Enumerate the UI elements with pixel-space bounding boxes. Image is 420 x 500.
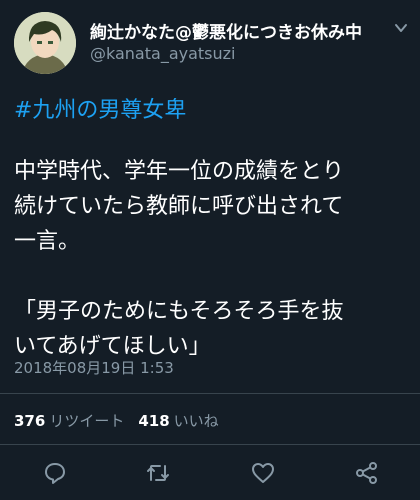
- tweet-header: 絢辻かなた@鬱悪化につきお休み中 @kanata_ayatsuzi: [14, 10, 410, 74]
- retweet-icon[interactable]: [145, 460, 171, 486]
- tweet-text: 中学時代、学年一位の成績をとり 続けていたら教師に呼び出されて 一言。 「男子の…: [14, 154, 410, 364]
- retweet-label[interactable]: リツイート: [49, 412, 124, 430]
- reply-icon[interactable]: [42, 460, 68, 486]
- display-name[interactable]: 絢辻かなた@鬱悪化につきお休み中: [90, 18, 362, 43]
- hashtag-link[interactable]: #九州の男尊女卑: [14, 92, 186, 124]
- user-handle[interactable]: @kanata_ayatsuzi: [90, 44, 235, 63]
- chevron-down-icon[interactable]: [394, 20, 408, 34]
- like-count[interactable]: 418: [138, 412, 169, 430]
- divider: [0, 393, 420, 394]
- divider: [0, 444, 420, 445]
- tweet-paragraph-2: 「男子のためにもそろそろ手を抜 いてあげてほしい」: [14, 299, 344, 359]
- tweet-paragraph-1: 中学時代、学年一位の成績をとり 続けていたら教師に呼び出されて 一言。: [14, 159, 345, 254]
- share-icon[interactable]: [354, 460, 380, 486]
- heart-icon[interactable]: [250, 460, 276, 486]
- retweet-count[interactable]: 376: [14, 412, 45, 430]
- action-bar: [0, 452, 420, 492]
- like-label[interactable]: いいね: [174, 412, 219, 430]
- tweet-timestamp[interactable]: 2018年08月19日 1:53: [14, 357, 174, 378]
- avatar[interactable]: [14, 12, 76, 74]
- engagement-stats: 376 リツイート 418 いいね: [14, 410, 219, 431]
